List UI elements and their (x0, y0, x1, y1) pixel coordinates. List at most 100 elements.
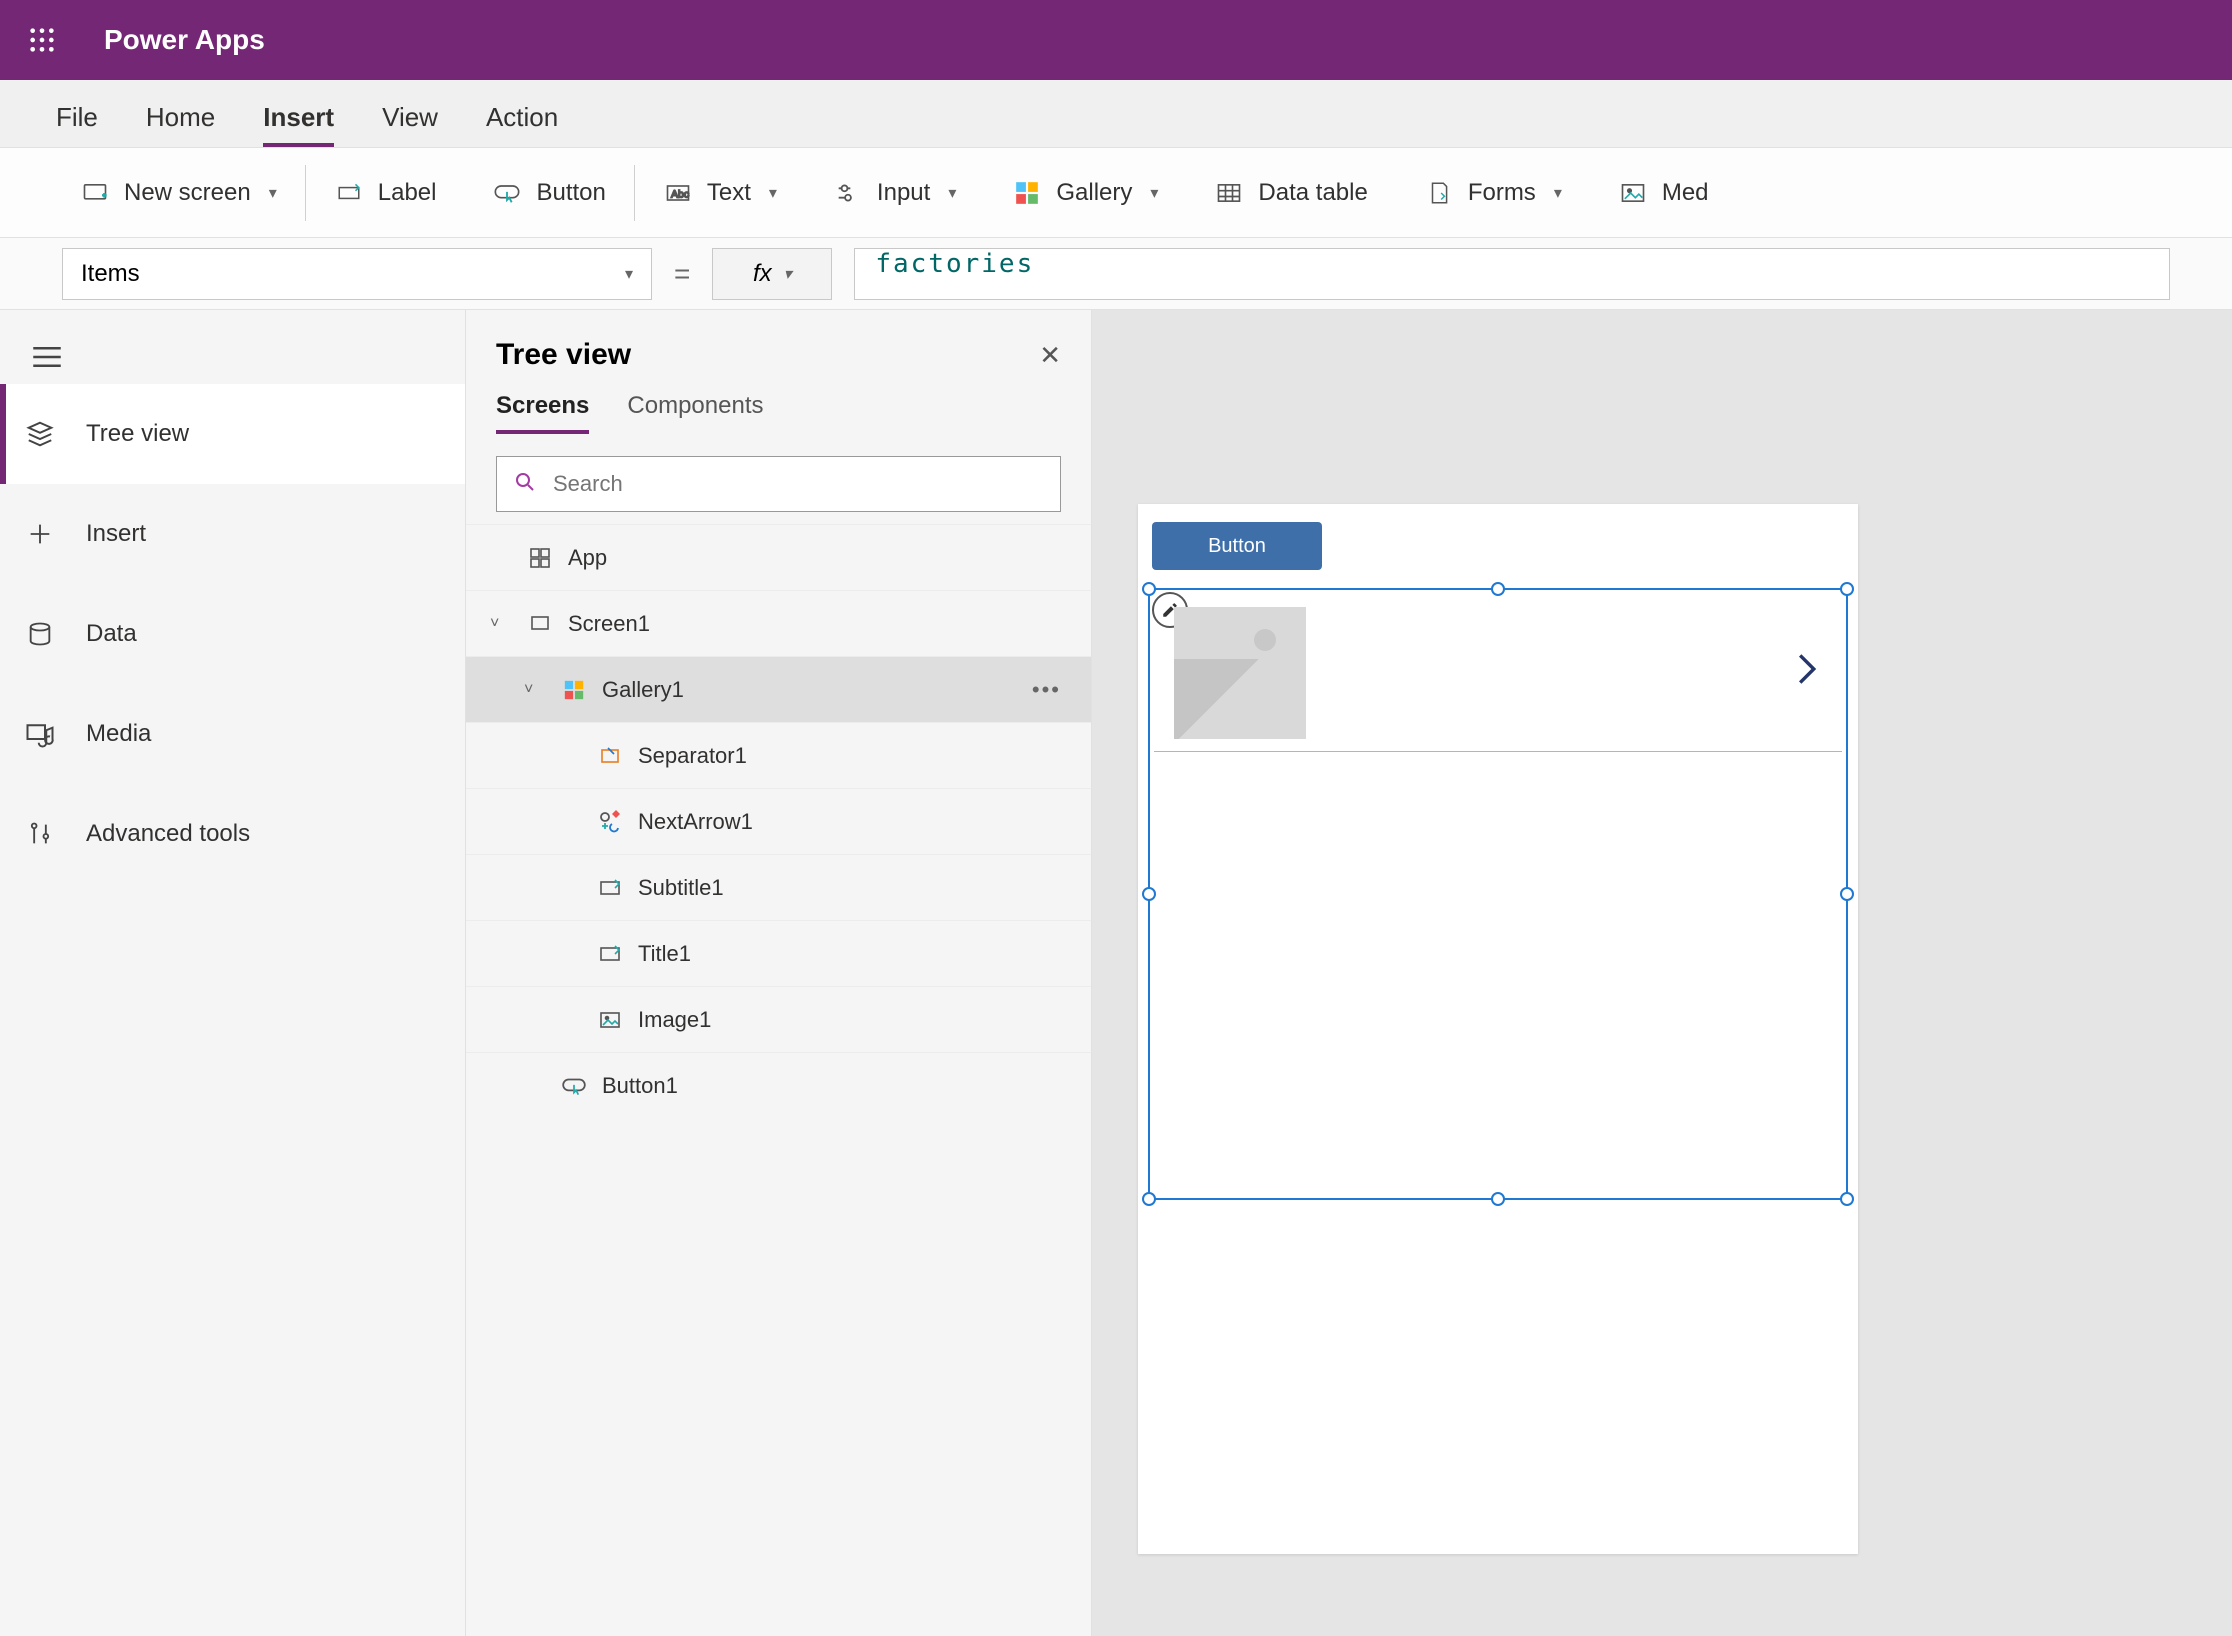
tree-node-subtitle1[interactable]: Subtitle1 (466, 854, 1091, 920)
menu-file[interactable]: File (56, 102, 98, 147)
tree-node-separator1[interactable]: Separator1 (466, 722, 1091, 788)
resize-handle[interactable] (1840, 1192, 1854, 1206)
more-options-icon[interactable]: ••• (1032, 677, 1061, 703)
icons-icon (596, 808, 624, 836)
chevron-down-icon: ▾ (1150, 183, 1158, 203)
canvas[interactable]: Button (1092, 310, 2232, 1636)
ribbon-input[interactable]: Input ▾ (805, 148, 984, 237)
gallery-icon (1012, 178, 1042, 208)
ribbon: New screen ▾ Label Button Abc Text ▾ Inp… (0, 148, 2232, 238)
menu-insert[interactable]: Insert (263, 102, 334, 147)
image-icon (596, 1006, 624, 1034)
hamburger-button[interactable] (0, 330, 465, 384)
next-arrow-icon[interactable] (1796, 652, 1818, 694)
ribbon-data-table[interactable]: Data table (1186, 148, 1395, 237)
tree-node-screen1[interactable]: ˅ Screen1 (466, 590, 1091, 656)
tree-node-button1[interactable]: Button1 (466, 1052, 1091, 1118)
gallery-template-row[interactable] (1154, 594, 1842, 752)
tree-search-input[interactable] (553, 471, 1044, 497)
tree-list: App ˅ Screen1 ˅ Gallery1 ••• Separator1 … (466, 524, 1091, 1636)
property-selector[interactable]: Items ▾ (62, 248, 652, 300)
tree-node-nextarrow1[interactable]: NextArrow1 (466, 788, 1091, 854)
chevron-down-icon[interactable]: ˅ (490, 615, 512, 633)
text-icon: Abc (663, 178, 693, 208)
resize-handle[interactable] (1142, 887, 1156, 901)
tree-node-label: Title1 (638, 941, 691, 967)
close-icon[interactable]: ✕ (1039, 340, 1061, 371)
resize-handle[interactable] (1491, 582, 1505, 596)
formula-input[interactable]: factories (854, 248, 2170, 300)
svg-text:Abc: Abc (671, 188, 689, 200)
tools-icon (24, 818, 56, 850)
rail-media[interactable]: Media (0, 684, 465, 784)
menu-home[interactable]: Home (146, 102, 215, 147)
app-title: Power Apps (104, 24, 265, 56)
rail-advanced-tools[interactable]: Advanced tools (0, 784, 465, 884)
ribbon-gallery[interactable]: Gallery ▾ (984, 148, 1186, 237)
titlebar: Power Apps (0, 0, 2232, 80)
chevron-down-icon: ▾ (948, 183, 956, 203)
resize-handle[interactable] (1840, 582, 1854, 596)
ribbon-text[interactable]: Abc Text ▾ (635, 148, 805, 237)
layers-icon (24, 418, 56, 450)
fx-button[interactable]: fx ▾ (712, 248, 832, 300)
ribbon-button[interactable]: Button (464, 148, 633, 237)
chevron-down-icon: ▾ (269, 183, 277, 203)
tree-node-label: Button1 (602, 1073, 678, 1099)
tab-components[interactable]: Components (627, 392, 763, 434)
screen-icon (526, 610, 554, 638)
property-name: Items (81, 260, 140, 288)
ribbon-input-label: Input (877, 179, 930, 207)
plus-icon (24, 518, 56, 550)
rail-label: Advanced tools (86, 820, 250, 848)
ribbon-gallery-label: Gallery (1056, 179, 1132, 207)
left-rail: Tree view Insert Data Media Advanced too… (0, 310, 466, 1636)
rail-label: Insert (86, 520, 146, 548)
tree-node-image1[interactable]: Image1 (466, 986, 1091, 1052)
ribbon-data-table-label: Data table (1258, 179, 1367, 207)
ribbon-new-screen[interactable]: New screen ▾ (52, 148, 305, 237)
tree-node-label: Image1 (638, 1007, 711, 1033)
tree-node-app[interactable]: App (466, 524, 1091, 590)
rail-data[interactable]: Data (0, 584, 465, 684)
resize-handle[interactable] (1491, 1192, 1505, 1206)
resize-handle[interactable] (1142, 1192, 1156, 1206)
formula-bar: Items ▾ = fx ▾ factories (0, 238, 2232, 310)
label-icon (334, 178, 364, 208)
menu-view[interactable]: View (382, 102, 438, 147)
rail-tree-view[interactable]: Tree view (0, 384, 465, 484)
app-launcher-icon[interactable] (18, 16, 66, 64)
rail-insert[interactable]: Insert (0, 484, 465, 584)
media-icon (24, 718, 56, 750)
rail-label: Tree view (86, 420, 189, 448)
chevron-down-icon[interactable]: ˅ (524, 681, 546, 699)
resize-handle[interactable] (1840, 887, 1854, 901)
tree-node-label: Subtitle1 (638, 875, 724, 901)
canvas-button-control[interactable]: Button (1152, 522, 1322, 570)
resize-handle[interactable] (1142, 582, 1156, 596)
tree-node-gallery1[interactable]: ˅ Gallery1 ••• (466, 656, 1091, 722)
gallery-image-placeholder[interactable] (1174, 607, 1306, 739)
menu-bar: File Home Insert View Action (0, 80, 2232, 148)
ribbon-media-label: Med (1662, 179, 1709, 207)
ribbon-media[interactable]: Med (1590, 148, 1737, 237)
label-icon (596, 874, 624, 902)
tree-view-panel: Tree view ✕ Screens Components App ˅ Scr… (466, 310, 1092, 1636)
forms-icon (1424, 178, 1454, 208)
main-area: Tree view Insert Data Media Advanced too… (0, 310, 2232, 1636)
tree-search[interactable] (496, 456, 1061, 512)
rail-label: Media (86, 720, 151, 748)
label-icon (596, 940, 624, 968)
table-icon (1214, 178, 1244, 208)
menu-action[interactable]: Action (486, 102, 558, 147)
ribbon-button-label: Button (536, 179, 605, 207)
ribbon-forms[interactable]: Forms ▾ (1396, 148, 1590, 237)
search-icon (513, 470, 537, 499)
screen-icon (80, 178, 110, 208)
gallery-selection[interactable] (1148, 588, 1848, 1200)
ribbon-label[interactable]: Label (306, 148, 465, 237)
database-icon (24, 618, 56, 650)
tree-node-title1[interactable]: Title1 (466, 920, 1091, 986)
tab-screens[interactable]: Screens (496, 392, 589, 434)
tree-node-label: Separator1 (638, 743, 747, 769)
